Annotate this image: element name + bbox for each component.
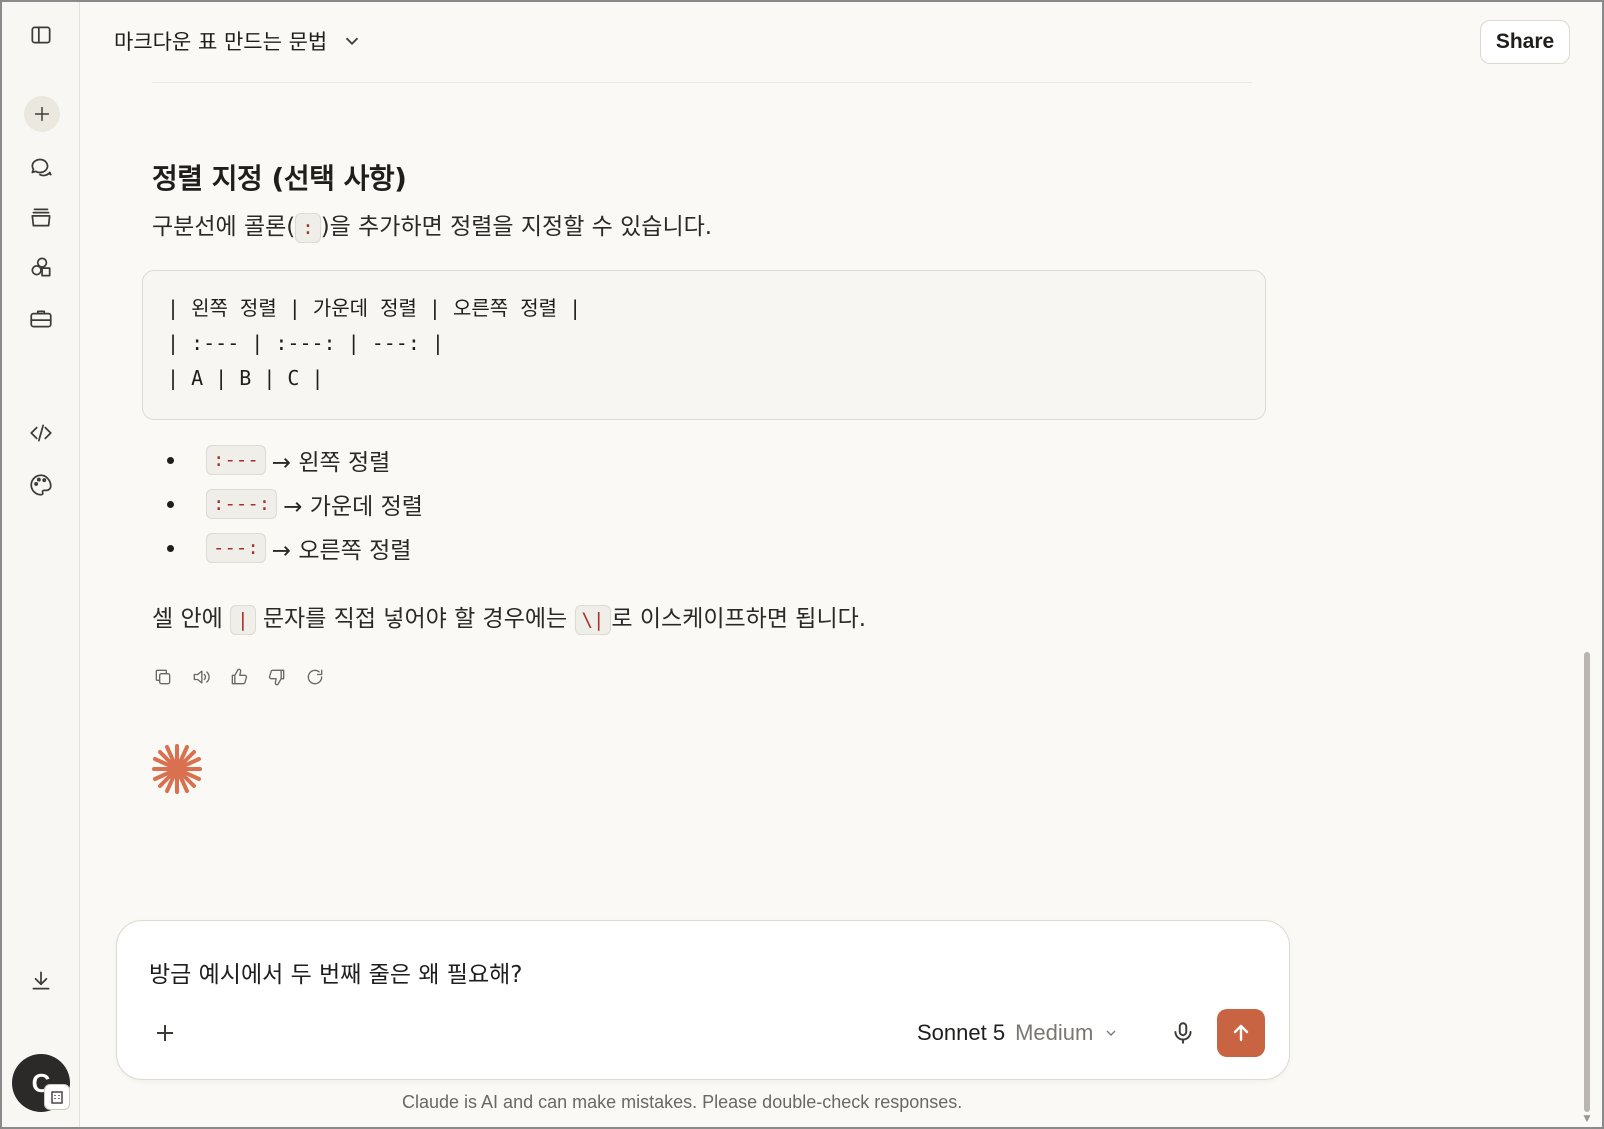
alignment-list: :--- → 왼쪽 정렬 :---: → 가운데 정렬 ---: → 오른쪽 정… [167,438,423,570]
organization-badge-icon [44,1084,70,1110]
copy-icon [155,669,171,685]
scroll-down-arrow[interactable]: ▼ [1580,1114,1594,1124]
divider [152,82,1252,83]
code-icon [30,424,52,442]
inline-code-escaped-pipe: \| [574,605,612,635]
projects-button[interactable] [22,198,60,236]
intro-paragraph: 구분선에 콜론(:)을 추가하면 정렬을 지정할 수 있습니다. [152,210,712,245]
inline-code: ---: [206,533,266,563]
section-heading: 정렬 지정 (선택 사항) [152,162,407,195]
list-item: :--- → 왼쪽 정렬 [167,438,423,482]
intro-text-after: )을 추가하면 정렬을 지정할 수 있습니다. [320,214,713,240]
read-aloud-button[interactable] [190,666,212,688]
artifacts-button[interactable] [22,248,60,286]
send-button[interactable] [1217,1009,1265,1057]
chats-button[interactable] [22,148,60,186]
artifacts-icon [31,257,51,277]
tools-button[interactable] [22,300,60,338]
chats-icon [31,158,52,177]
chevron-down-icon [346,37,359,46]
bullet-dot [167,456,174,464]
sidebar-icon [31,26,51,44]
inline-code-colon: : [295,213,321,243]
model-name: Sonnet 5 [917,1020,1006,1045]
list-item-text: → 가운데 정렬 [283,494,423,520]
share-button[interactable]: Share [1480,20,1570,64]
model-effort: Medium [1015,1020,1094,1045]
add-attachment-button[interactable] [149,1017,181,1049]
model-selector[interactable]: Sonnet 5 Medium [917,1017,1119,1049]
arrow-up-icon [1233,1024,1249,1042]
inline-code: :---: [206,489,278,519]
scrollbar-thumb[interactable] [1584,652,1590,1112]
retry-button[interactable] [304,666,326,688]
conversation-title-button[interactable]: 마크다운 표 만드는 문법 [114,24,363,58]
message-composer[interactable]: 방금 예시에서 두 번째 줄은 왜 필요해? Sonnet 5 Medium [116,920,1290,1080]
new-chat-button[interactable] [24,96,60,132]
escape-paragraph: 셀 안에 | 문자를 직접 넣어야 할 경우에는 \| 로 이스케이프하면 됩니다… [152,602,866,637]
plus-icon [157,1025,173,1041]
list-item: ---: → 오른쪽 정렬 [167,526,423,570]
code-button[interactable] [22,414,60,452]
sidebar: C [2,2,80,1127]
message-input[interactable]: 방금 예시에서 두 번째 줄은 왜 필요해? [149,955,522,989]
download-icon [32,971,50,990]
escape-text-before: 셀 안에 [152,606,231,632]
bullet-dot [167,500,174,508]
chevron-down-icon [1106,1030,1116,1036]
inline-code-pipe: | [230,605,256,635]
thumbs-down-icon [268,669,285,686]
design-button[interactable] [22,466,60,504]
inline-code: :--- [206,445,266,475]
thumbs-up-icon [231,668,248,685]
escape-text-middle: 문자를 직접 넣어야 할 경우에는 [255,606,575,632]
message-actions [152,666,326,688]
list-item-text: → 왼쪽 정렬 [271,450,391,476]
disclaimer: Claude is AI and can make mistakes. Plea… [402,1092,963,1112]
thumbs-down-button[interactable] [266,666,288,688]
download-button[interactable] [22,962,60,1000]
palette-icon [30,474,52,496]
plus-icon [34,106,50,122]
speaker-icon [193,670,210,684]
microphone-icon [1174,1022,1192,1044]
intro-text-before: 구분선에 콜론( [152,214,296,240]
list-item-text: → 오른쪽 정렬 [271,538,412,564]
sidebar-toggle-button[interactable] [22,16,60,54]
retry-icon [307,669,323,685]
copy-button[interactable] [152,666,174,688]
app-window: C 마크다운 표 만드는 문법 Share 정렬 지정 (선택 사항) 구분선에… [0,0,1604,1129]
voice-input-button[interactable] [1167,1017,1199,1049]
thumbs-up-button[interactable] [228,666,250,688]
claude-spark-icon [152,744,202,794]
briefcase-icon [30,310,52,328]
list-item: :---: → 가운데 정렬 [167,482,423,526]
conversation-title: 마크다운 표 만드는 문법 [114,30,328,54]
escape-text-after: 로 이스케이프하면 됩니다. [611,606,867,632]
code-block: | 왼쪽 정렬 | 가운데 정렬 | 오른쪽 정렬 | | :--- | :--… [142,270,1266,420]
projects-icon [31,208,51,227]
bullet-dot [167,544,174,552]
